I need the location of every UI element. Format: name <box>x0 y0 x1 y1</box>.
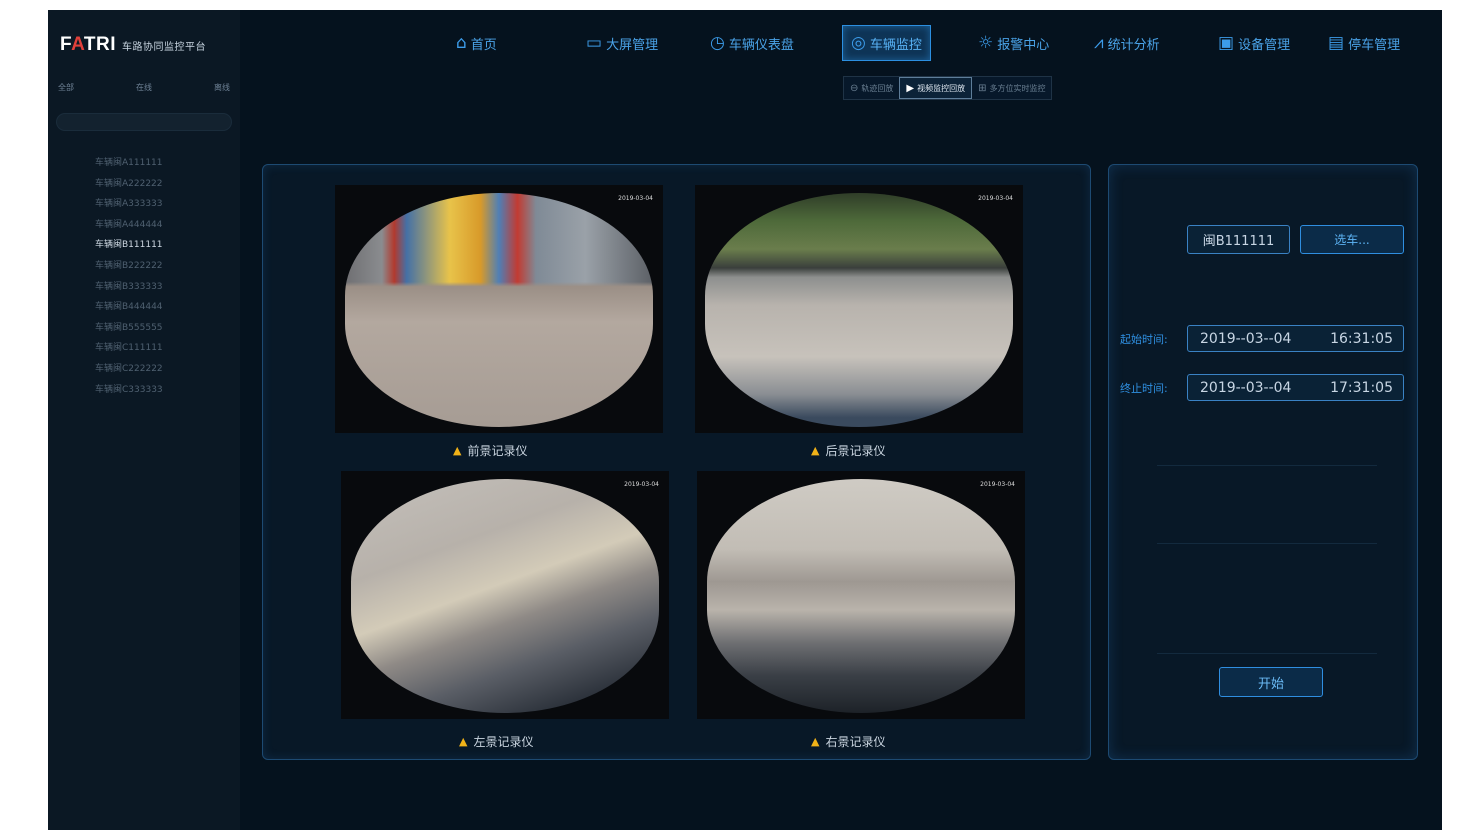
warning-icon: ▲ <box>811 735 820 748</box>
start-playback-button[interactable]: 开始 <box>1219 667 1323 697</box>
vehicle-list-item[interactable]: 车辆闽A111111 <box>95 153 163 174</box>
grid-icon: ⊞ <box>978 82 987 94</box>
front-camera-image <box>345 193 653 427</box>
nav-monitor[interactable]: ◎ 车辆监控 <box>842 25 931 61</box>
right-camera-label: ▲ 右景记录仪 <box>811 735 886 749</box>
vehicle-list: 车辆闽A111111 车辆闽A222222 车辆闽A333333 车辆闽A444444… <box>95 153 163 400</box>
vehicle-list-item[interactable]: 车辆闽C333333 <box>95 380 163 401</box>
divider <box>1157 653 1377 654</box>
nav-bigscreen[interactable]: ▭ 大屏管理 <box>578 25 666 61</box>
tab-offline[interactable]: 离线 <box>214 82 230 93</box>
alarm-light-icon: ☼ <box>978 33 994 53</box>
right-camera-view[interactable]: 2019-03-04 <box>697 471 1025 719</box>
tab-all[interactable]: 全部 <box>58 82 74 93</box>
logo-subtitle: 车路协同监控平台 <box>121 42 206 53</box>
logo-mark: FATRI <box>60 34 116 55</box>
nav-home[interactable]: ⌂ 首页 <box>448 25 505 61</box>
rear-camera-image <box>705 193 1013 427</box>
warning-icon: ▲ <box>453 444 462 457</box>
vehicle-search-input[interactable] <box>56 113 232 131</box>
camera-icon: ◎ <box>851 33 866 53</box>
subnav-video-playback[interactable]: ▶ 视频监控回放 <box>899 77 973 99</box>
route-icon: ⊖ <box>850 82 859 94</box>
subnav-realtime-monitor[interactable]: ⊞ 多方位实时监控 <box>972 77 1051 99</box>
front-camera-timestamp: 2019-03-04 <box>618 195 653 202</box>
vehicle-list-item[interactable]: 车辆闽B555555 <box>95 318 163 339</box>
start-time-field[interactable]: 2019--03--04 16:31:05 <box>1187 325 1404 352</box>
front-camera-label: ▲ 前景记录仪 <box>453 444 528 458</box>
start-time-label: 起始时间: <box>1120 333 1168 346</box>
left-camera-image <box>351 479 659 713</box>
video-panel: 2019-03-04 ▲ 前景记录仪 2019-03-04 ▲ 后景记录仪 20… <box>262 164 1091 760</box>
vehicle-list-item[interactable]: 车辆闽B111111 <box>95 235 163 256</box>
subnav-track-playback[interactable]: ⊖ 轨迹回放 <box>844 77 899 99</box>
nav-devices[interactable]: ▣ 设备管理 <box>1210 25 1298 61</box>
tab-online[interactable]: 在线 <box>136 82 152 93</box>
plate-number-field[interactable]: 闽B111111 <box>1187 225 1290 254</box>
end-time-label: 终止时间: <box>1120 382 1168 395</box>
gauge-icon: ◷ <box>710 33 725 53</box>
divider <box>1157 465 1377 466</box>
home-icon: ⌂ <box>456 33 467 53</box>
vehicle-list-item[interactable]: 车辆闽C222222 <box>95 359 163 380</box>
end-time-field[interactable]: 2019--03--04 17:31:05 <box>1187 374 1404 401</box>
warning-icon: ▲ <box>459 735 468 748</box>
vehicle-list-item[interactable]: 车辆闽B222222 <box>95 256 163 277</box>
front-camera-view[interactable]: 2019-03-04 <box>335 185 663 433</box>
parking-icon: ▤ <box>1328 33 1345 53</box>
right-camera-image <box>707 479 1015 713</box>
monitor-icon: ▭ <box>586 33 603 53</box>
device-icon: ▣ <box>1218 33 1235 53</box>
monitor-subnav: ⊖ 轨迹回放 ▶ 视频监控回放 ⊞ 多方位实时监控 <box>843 76 1053 100</box>
vehicle-list-item[interactable]: 车辆闽A222222 <box>95 174 163 195</box>
vehicle-list-item[interactable]: 车辆闽A444444 <box>95 215 163 236</box>
divider <box>1157 543 1377 544</box>
app-window: FATRI 车路协同监控平台 全部 在线 离线 车辆闽A111111 车辆闽A22… <box>48 10 1442 830</box>
nav-parking[interactable]: ▤ 停车管理 <box>1320 25 1408 61</box>
left-camera-label: ▲ 左景记录仪 <box>459 735 534 749</box>
choose-vehicle-button[interactable]: 选车... <box>1300 225 1404 254</box>
sidebar-tabs: 全部 在线 离线 <box>58 82 230 93</box>
vehicle-list-item[interactable]: 车辆闽B444444 <box>95 297 163 318</box>
play-icon: ▶ <box>906 82 915 94</box>
warning-icon: ▲ <box>811 444 820 457</box>
rear-camera-label: ▲ 后景记录仪 <box>811 444 886 458</box>
left-camera-view[interactable]: 2019-03-04 <box>341 471 669 719</box>
playback-control-panel: 闽B111111 选车... 起始时间: 2019--03--04 16:31:… <box>1108 164 1418 760</box>
line-chart-icon: ⩘ <box>1094 33 1104 53</box>
vehicle-list-item[interactable]: 车辆闽B333333 <box>95 277 163 298</box>
right-camera-timestamp: 2019-03-04 <box>980 481 1015 488</box>
nav-dashboard[interactable]: ◷ 车辆仪表盘 <box>702 25 802 61</box>
nav-alarm[interactable]: ☼ 报警中心 <box>970 25 1057 61</box>
sidebar: FATRI 车路协同监控平台 全部 在线 离线 车辆闽A111111 车辆闽A22… <box>48 10 240 830</box>
rear-camera-timestamp: 2019-03-04 <box>978 195 1013 202</box>
left-camera-timestamp: 2019-03-04 <box>624 481 659 488</box>
rear-camera-view[interactable]: 2019-03-04 <box>695 185 1023 433</box>
vehicle-list-item[interactable]: 车辆闽A333333 <box>95 194 163 215</box>
vehicle-list-item[interactable]: 车辆闽C111111 <box>95 338 163 359</box>
nav-stats[interactable]: ⩘ 统计分析 <box>1086 25 1168 61</box>
logo: FATRI 车路协同监控平台 <box>60 34 206 56</box>
